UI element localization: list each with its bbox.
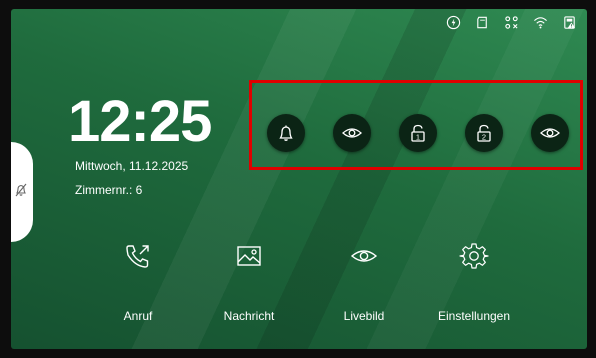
date-label: Mittwoch, 11.12.2025 [75, 159, 189, 173]
eye-icon [350, 250, 378, 262]
bell-icon [279, 125, 293, 141]
home-screen: 12:25 Mittwoch, 11.12.2025 Zimmernr.: 6 … [11, 9, 587, 349]
eye-button-1[interactable] [333, 114, 371, 152]
side-drawer-tab[interactable] [11, 142, 33, 242]
image-icon [237, 246, 261, 266]
unlock-2-icon: 2 [477, 124, 491, 142]
door-unlock-1-button[interactable]: 1 [399, 114, 437, 152]
mute-bell-icon [15, 183, 27, 197]
wifi-icon [534, 17, 547, 29]
clock-time: 12:25 [68, 89, 212, 154]
gear-icon [459, 243, 489, 269]
bell-button[interactable] [267, 114, 305, 152]
room-number-label: Zimmernr.: 6 [75, 183, 143, 197]
power-icon [446, 15, 461, 30]
menu-item-einstellungen[interactable] [429, 241, 519, 271]
door-unlock-2-button[interactable]: 2 [465, 114, 503, 152]
status-bar [446, 15, 577, 30]
unlock-1-badge: 1 [416, 132, 420, 141]
network-off-icon [505, 16, 518, 29]
menu-item-anruf[interactable] [93, 241, 183, 271]
sd-card-icon [477, 16, 487, 29]
phone-call-icon [126, 245, 149, 268]
menu-label-nachricht: Nachricht [223, 309, 275, 323]
menu-label-einstellungen: Einstellungen [437, 309, 511, 323]
device-frame: 12:25 Mittwoch, 11.12.2025 Zimmernr.: 6 … [0, 0, 596, 358]
menu-label-anruf: Anruf [123, 309, 153, 323]
menu-item-nachricht[interactable] [204, 241, 294, 271]
battery-warning-icon [564, 16, 576, 29]
eye-button-2[interactable] [531, 114, 569, 152]
menu-item-livebild[interactable] [319, 241, 409, 271]
unlock-2-badge: 2 [482, 132, 486, 141]
eye-icon [342, 128, 362, 138]
menu-label-livebild: Livebild [343, 309, 385, 323]
eye-icon [540, 128, 560, 138]
unlock-1-icon: 1 [411, 124, 425, 142]
